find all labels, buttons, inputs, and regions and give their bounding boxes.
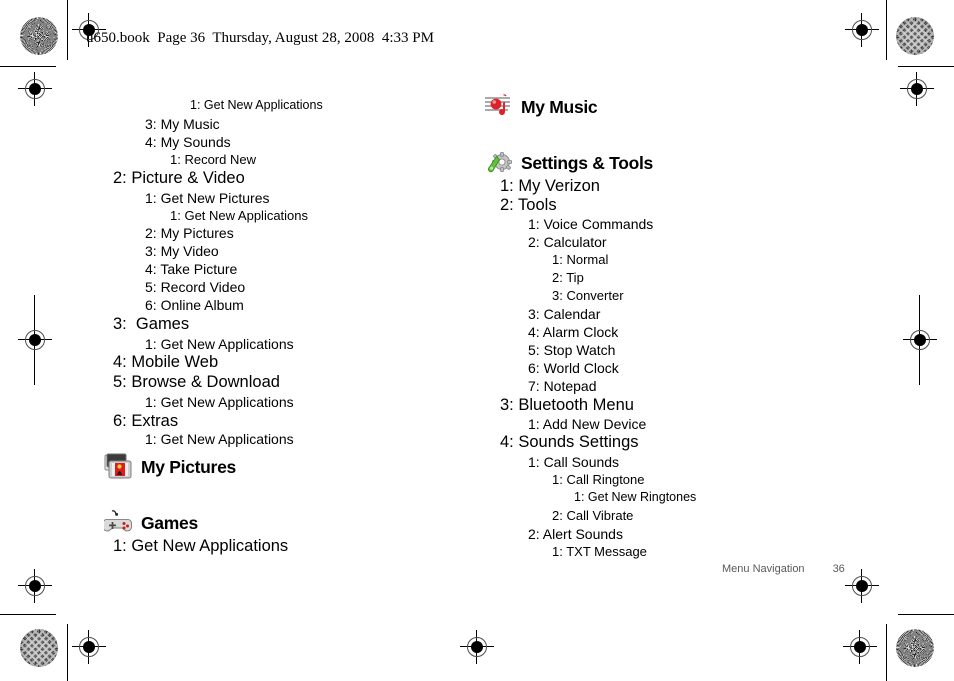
menu-entry: 2: Alert Sounds bbox=[528, 526, 623, 542]
footer-page-number: 36 bbox=[832, 563, 845, 575]
menu-entry: 1: Voice Commands bbox=[528, 216, 654, 232]
menu-entry: 1: My Verizon bbox=[500, 177, 600, 195]
menu-entry: 3: Converter bbox=[552, 288, 624, 303]
menu-entry: 1: Get New Applications bbox=[145, 431, 294, 447]
menu-entry: 2: Tools bbox=[500, 196, 557, 214]
my-music-icon bbox=[484, 93, 514, 121]
menu-entry: 3: My Music bbox=[145, 116, 220, 132]
games-icon bbox=[104, 509, 134, 537]
menu-entry: 1: Call Ringtone bbox=[552, 472, 645, 487]
menu-entry: 1: Call Sounds bbox=[528, 454, 620, 470]
settings-tools-icon bbox=[484, 149, 514, 177]
menu-entry: 1: Get New Applications bbox=[113, 537, 289, 555]
menu-entry: 7: Notepad bbox=[528, 378, 597, 394]
menu-entry: 2: My Pictures bbox=[145, 225, 234, 241]
menu-entry: 1: Add New Device bbox=[528, 416, 647, 432]
menu-outline-content: 1: Get New Applications 3: My Music 4: My … bbox=[0, 0, 954, 681]
section-heading: My Pictures bbox=[104, 453, 236, 481]
menu-entry: 1: Get New Ringtones bbox=[574, 490, 697, 504]
section-heading-label: My Music bbox=[521, 96, 598, 117]
menu-entry: 5: Record Video bbox=[145, 279, 246, 295]
menu-entry: 1: Get New Applications bbox=[145, 336, 294, 352]
menu-entry: 3: Bluetooth Menu bbox=[500, 396, 634, 414]
menu-entry: 4: Sounds Settings bbox=[500, 433, 639, 451]
menu-entry: 2: Picture & Video bbox=[113, 169, 245, 187]
section-heading: My Music bbox=[484, 93, 598, 121]
section-heading: Settings & Tools bbox=[484, 149, 653, 177]
menu-entry: 1: Get New Pictures bbox=[145, 190, 270, 206]
my-pictures-icon bbox=[104, 453, 134, 481]
menu-entry: 2: Call Vibrate bbox=[552, 508, 634, 523]
page-footer: Menu Navigation 36 bbox=[722, 563, 845, 575]
section-heading-label: Games bbox=[141, 512, 198, 533]
menu-entry: 2: Calculator bbox=[528, 234, 607, 250]
menu-entry: 1: Get New Applications bbox=[190, 98, 323, 112]
menu-entry: 1: Get New Applications bbox=[145, 394, 294, 410]
menu-entry: 6: Online Album bbox=[145, 297, 244, 313]
menu-entry: 5: Stop Watch bbox=[528, 342, 616, 358]
menu-entry: 1: Record New bbox=[170, 152, 256, 167]
menu-entry: 3: Games bbox=[113, 315, 190, 333]
menu-entry: 4: My Sounds bbox=[145, 134, 231, 150]
menu-entry: 1: TXT Message bbox=[552, 544, 647, 559]
section-heading: Games bbox=[104, 509, 198, 537]
menu-entry: 3: My Video bbox=[145, 243, 219, 259]
menu-entry: 4: Take Picture bbox=[145, 261, 238, 277]
menu-entry: 4: Mobile Web bbox=[113, 353, 219, 371]
section-heading-label: Settings & Tools bbox=[521, 152, 653, 173]
menu-entry: 1: Get New Applications bbox=[170, 208, 309, 223]
footer-section-title: Menu Navigation bbox=[722, 563, 805, 575]
menu-entry: 1: Normal bbox=[552, 252, 609, 267]
menu-entry: 3: Calendar bbox=[528, 306, 601, 322]
section-heading-label: My Pictures bbox=[141, 456, 236, 477]
menu-entry: 6: Extras bbox=[113, 412, 179, 430]
menu-entry: 6: World Clock bbox=[528, 360, 619, 376]
menu-entry: 2: Tip bbox=[552, 270, 584, 285]
menu-entry: 5: Browse & Download bbox=[113, 373, 280, 391]
menu-entry: 4: Alarm Clock bbox=[528, 324, 619, 340]
